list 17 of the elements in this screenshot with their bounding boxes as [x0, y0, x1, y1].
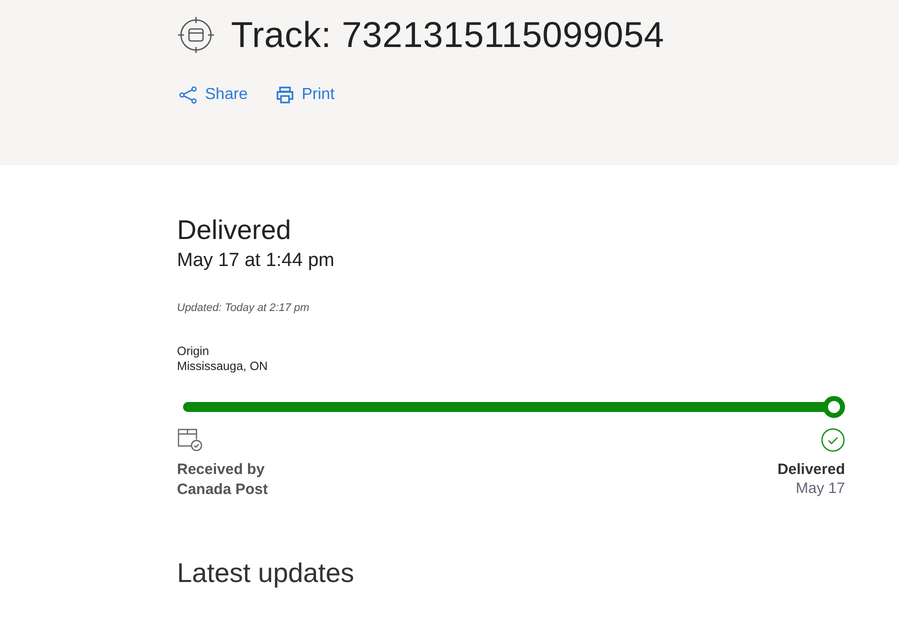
share-icon: [179, 86, 197, 104]
package-check-icon: [177, 428, 203, 452]
milestone-title: Received by Canada Post: [177, 460, 268, 500]
status-date: May 17 at 1:44 pm: [177, 250, 336, 272]
share-link[interactable]: Share: [179, 86, 248, 104]
origin-place: Mississauga, ON: [177, 359, 269, 374]
milestone-title: Delivered: [777, 460, 845, 480]
updated-time: Updated: Today at 2:17 pm: [177, 302, 310, 314]
status-title: Delivered: [177, 215, 292, 246]
printer-icon: [276, 86, 294, 104]
target-icon: [177, 16, 215, 54]
print-link[interactable]: Print: [276, 86, 335, 104]
milestone-date: May 17: [796, 480, 845, 497]
section-title: Latest updates: [177, 558, 356, 589]
check-circle-icon: [821, 428, 845, 452]
origin-label: Origin: [177, 344, 210, 359]
page-title: Track: 7321315115099054: [231, 14, 664, 56]
